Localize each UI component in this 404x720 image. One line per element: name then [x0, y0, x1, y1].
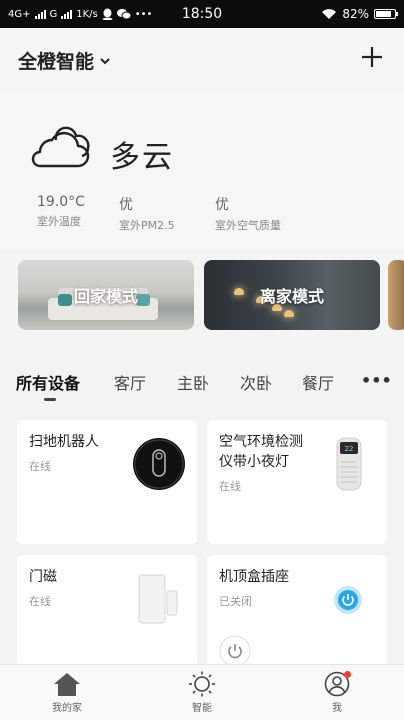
tab-dining-room[interactable]: 餐厅 [302, 370, 334, 394]
door-sensor-image [138, 574, 178, 624]
home-selector[interactable]: 全橙智能 [18, 47, 110, 74]
tab-second-bedroom[interactable]: 次卧 [240, 370, 272, 394]
tab-living-room[interactable]: 客厅 [114, 370, 146, 394]
weather-condition: 多云 [110, 140, 174, 175]
nav-label: 智能 [192, 703, 212, 714]
scene-label: 离家模式 [259, 287, 324, 306]
stat-pm25: 优 室外PM2.5 [119, 194, 175, 233]
device-card-tv-box-socket[interactable]: 机顶盒插座 已关闭 [207, 555, 387, 667]
lamp-image [284, 310, 294, 317]
home-icon [54, 673, 80, 696]
device-status: 在线 [29, 460, 51, 473]
lamp-image [234, 288, 244, 295]
stat-air-quality: 优 室外空气质量 [215, 194, 281, 233]
more-tabs-button[interactable]: ••• [361, 371, 392, 390]
battery-icon [374, 9, 398, 19]
notification-badge [344, 671, 351, 678]
pillow-image [58, 294, 72, 306]
nav-label: 我 [332, 703, 342, 714]
stat-value: 优 [119, 197, 133, 213]
scene-carousel: 回家模式 离家模式 [0, 250, 404, 340]
active-tab-indicator [44, 398, 56, 401]
network-type-2: G [49, 8, 58, 20]
status-bar-right: 82% [321, 7, 398, 21]
scene-label: 回家模式 [73, 287, 138, 306]
device-name: 门磁 [29, 569, 57, 585]
device-name: 扫地机器人 [29, 434, 99, 450]
device-name: 空气环境检测 仪带小夜灯 [219, 434, 303, 470]
cloud-icon [31, 126, 90, 168]
device-card-air-monitor[interactable]: 空气环境检测 仪带小夜灯 在线 22 [207, 420, 387, 544]
status-bar: 4G+ G 1K/s ••• 18:50 82% [0, 0, 404, 28]
weather-panel: 多云 19.0°C 室外温度 优 室外PM2.5 优 室外空气质量 [0, 90, 404, 250]
network-speed: 1K/s [76, 8, 98, 20]
signal-icon [34, 9, 46, 19]
scene-card-next[interactable] [388, 260, 404, 330]
more-notifications-icon: ••• [134, 8, 153, 20]
stat-temperature: 19.0°C 室外温度 [37, 194, 85, 229]
wechat-icon [116, 9, 131, 20]
chevron-down-icon [100, 57, 110, 64]
stat-value: 19.0°C [37, 194, 85, 210]
device-status: 已关闭 [219, 595, 252, 608]
add-device-button[interactable] [360, 45, 384, 69]
network-type: 4G+ [8, 8, 31, 20]
stat-label: 室外PM2.5 [119, 219, 175, 232]
tab-all-devices[interactable]: 所有设备 [16, 370, 80, 394]
device-name: 机顶盒插座 [219, 569, 289, 585]
nav-label: 我的家 [52, 703, 82, 714]
stat-label: 室外空气质量 [215, 219, 281, 232]
sun-icon [189, 671, 215, 697]
power-toggle-button[interactable] [219, 635, 251, 667]
wifi-icon [322, 9, 337, 19]
device-status: 在线 [219, 480, 241, 493]
scene-card-leave[interactable]: 离家模式 [204, 260, 380, 330]
device-card-robot-vacuum[interactable]: 扫地机器人 在线 [17, 420, 197, 544]
device-card-door-sensor[interactable]: 门磁 在线 [17, 555, 197, 667]
signal-icon-2 [61, 9, 73, 19]
stat-value: 优 [215, 197, 229, 213]
air-monitor-image: 22 [336, 437, 362, 491]
qq-icon [102, 8, 113, 20]
svg-text:22: 22 [345, 445, 354, 453]
nav-smart[interactable]: 智能 [162, 665, 242, 720]
socket-power-icon [334, 586, 362, 614]
bottom-navigation: 我的家 智能 我 [0, 664, 404, 720]
robot-vacuum-image [133, 438, 185, 490]
scene-card-home[interactable]: 回家模式 [18, 260, 194, 330]
device-status: 在线 [29, 595, 51, 608]
stat-label: 室外温度 [37, 215, 81, 228]
status-bar-left: 4G+ G 1K/s ••• [8, 8, 152, 20]
tab-master-bedroom[interactable]: 主卧 [177, 370, 209, 394]
home-title: 全橙智能 [18, 51, 95, 73]
app-header: 全橙智能 [0, 28, 404, 90]
nav-me[interactable]: 我 [297, 665, 377, 720]
nav-my-home[interactable]: 我的家 [27, 665, 107, 720]
room-tabs: 所有设备 客厅 主卧 次卧 餐厅 ••• [0, 340, 404, 410]
pillow-image [136, 294, 150, 306]
battery-percent: 82% [342, 7, 369, 21]
